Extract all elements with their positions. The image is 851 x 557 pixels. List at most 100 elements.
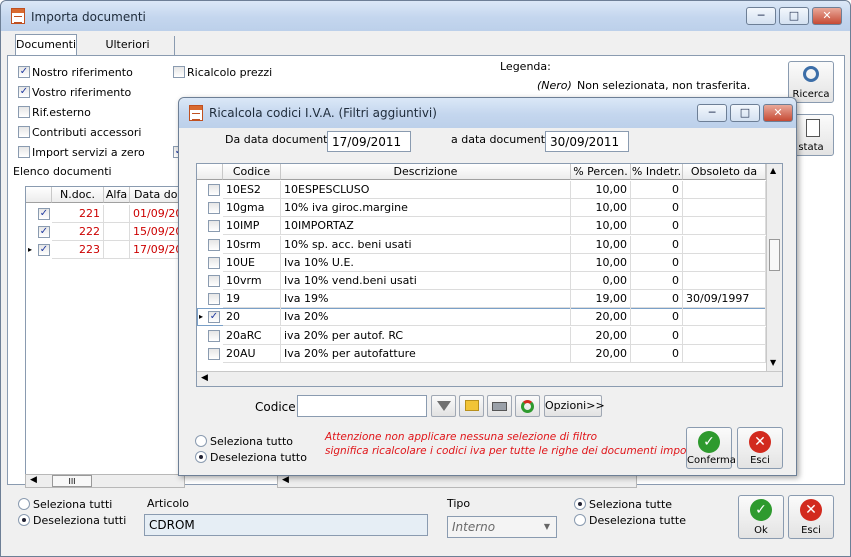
- row-checkbox[interactable]: ✓: [38, 226, 50, 238]
- dialog-esci-button[interactable]: ✕ Esci: [737, 427, 783, 469]
- dialog-minimize-button[interactable]: ─: [697, 104, 727, 122]
- table-row[interactable]: 20AU Iva 20% per autofatture 20,00 0: [197, 344, 766, 363]
- contributi-accessori-label: Contributi accessori: [32, 126, 142, 139]
- indetraibile-cell: 0: [631, 290, 683, 309]
- iva-vscroll[interactable]: ▲ ▼: [766, 164, 782, 372]
- table-row[interactable]: 10UE Iva 10% U.E. 10,00 0: [197, 253, 766, 272]
- ok-button[interactable]: ✓ Ok: [738, 495, 784, 539]
- row-checkbox[interactable]: [208, 238, 220, 251]
- row-checkbox[interactable]: [208, 275, 220, 287]
- articolo-field[interactable]: CDROM: [144, 514, 428, 536]
- table-row[interactable]: ✓222 15/09/2011: [26, 223, 184, 241]
- conferma-button[interactable]: ✓ Conferma: [686, 427, 736, 469]
- descrizione-cell: 10IMPORTAZ: [281, 217, 571, 236]
- descrizione-cell: iva 20% per autof. RC: [281, 326, 571, 345]
- row-checkbox[interactable]: [208, 184, 220, 196]
- deseleziona-tutte-radio[interactable]: [574, 514, 586, 526]
- iva-hscroll[interactable]: ◀: [197, 371, 782, 386]
- esci-button[interactable]: ✕ Esci: [788, 495, 834, 539]
- row-checkbox[interactable]: [208, 220, 220, 233]
- table-row[interactable]: 20aRC iva 20% per autof. RC 20,00 0: [197, 326, 766, 345]
- maximize-button[interactable]: □: [779, 7, 809, 25]
- percentuale-cell: 10,00: [571, 199, 631, 218]
- seleziona-tutti-radio[interactable]: [18, 498, 30, 510]
- row-checkbox[interactable]: ✓: [38, 208, 50, 220]
- iva-vscroll-thumb[interactable]: [769, 239, 780, 271]
- tipo-select[interactable]: Interno ▼: [447, 516, 557, 538]
- iva-header-descrizione[interactable]: Descrizione: [281, 164, 571, 180]
- rif-esterno-checkbox[interactable]: [18, 106, 30, 118]
- ricerca-button[interactable]: Ricerca: [788, 61, 834, 103]
- table-row[interactable]: 10ES2 10ESPESCLUSO 10,00 0: [197, 181, 766, 199]
- obsoleto-cell: [683, 344, 766, 363]
- percentuale-cell: 19,00: [571, 290, 631, 309]
- scroll-left-icon[interactable]: ◀: [30, 475, 37, 485]
- table-row[interactable]: 10gma 10% iva giroc.margine 10,00 0: [197, 199, 766, 218]
- row-selector[interactable]: [28, 205, 38, 223]
- refresh-button[interactable]: [515, 395, 540, 417]
- scroll-thumb[interactable]: III: [52, 475, 92, 487]
- seleziona-tutte-radio[interactable]: [574, 498, 586, 510]
- doc-header-ndoc[interactable]: N.doc.: [52, 187, 104, 203]
- row-checkbox[interactable]: ✓: [208, 311, 220, 324]
- doc-header-alfa[interactable]: Alfa: [104, 187, 130, 203]
- table-row[interactable]: ✓221 01/09/2011: [26, 205, 184, 223]
- row-checkbox[interactable]: ✓: [38, 244, 50, 256]
- indetraibile-cell: 0: [631, 326, 683, 345]
- opzioni-button[interactable]: Opzioni>>: [544, 395, 605, 417]
- scroll-up-icon[interactable]: ▲: [770, 166, 776, 175]
- conferma-label: Conferma: [687, 455, 736, 466]
- scroll-left-icon-2[interactable]: ◀: [282, 475, 289, 485]
- table-row[interactable]: ▸✓223 17/09/2011: [26, 241, 184, 259]
- contributi-accessori-checkbox[interactable]: [18, 126, 30, 138]
- table-row[interactable]: 19 Iva 19% 19,00 0 30/09/1997: [197, 290, 766, 309]
- descrizione-cell: 10% iva giroc.margine: [281, 199, 571, 218]
- tab-ulteriori-selezioni[interactable]: Ulteriori selezioni: [81, 36, 175, 69]
- dialog-close-button[interactable]: ✕: [763, 104, 793, 122]
- deseleziona-tutto-radio[interactable]: [195, 451, 207, 463]
- row-selector[interactable]: ▸: [28, 241, 38, 259]
- doc-header-data[interactable]: Data docu: [130, 187, 184, 203]
- close-window-button[interactable]: ✕: [812, 7, 842, 25]
- open-folder-button[interactable]: [459, 395, 484, 417]
- tab-documenti[interactable]: Documenti: [15, 34, 77, 56]
- import-servizi-checkbox[interactable]: [18, 146, 30, 158]
- row-checkbox[interactable]: [208, 329, 220, 342]
- deseleziona-tutti-radio[interactable]: [18, 514, 30, 526]
- table-row[interactable]: 10srm 10% sp. acc. beni usati 10,00 0: [197, 235, 766, 254]
- scroll-left-icon-3[interactable]: ◀: [201, 373, 208, 383]
- row-checkbox[interactable]: [208, 202, 220, 215]
- codice-search-input[interactable]: [297, 395, 427, 417]
- deseleziona-tutti-label: Deseleziona tutti: [33, 514, 127, 527]
- legenda-desc: Non selezionata, non trasferita.: [577, 79, 751, 92]
- dialog-maximize-button[interactable]: □: [730, 104, 760, 122]
- a-data-field[interactable]: 30/09/2011: [545, 131, 629, 152]
- vostro-riferimento-checkbox[interactable]: ✓: [18, 86, 30, 98]
- iva-header-indetr[interactable]: % Indetr.: [631, 164, 683, 180]
- seleziona-tutto-radio[interactable]: [195, 435, 207, 447]
- ricalcolo-prezzi-checkbox[interactable]: [173, 66, 185, 78]
- chevron-down-icon[interactable]: ▼: [540, 519, 554, 535]
- print-button[interactable]: [487, 395, 512, 417]
- da-data-field[interactable]: 17/09/2011: [327, 131, 411, 152]
- right-hscroll-strip[interactable]: ◀: [277, 474, 637, 488]
- row-checkbox[interactable]: [208, 293, 220, 306]
- iva-header-obsoleto[interactable]: Obsoleto da: [683, 164, 766, 180]
- iva-header-perc[interactable]: % Percen.: [571, 164, 631, 180]
- codice-cell: 19: [223, 290, 281, 309]
- row-checkbox[interactable]: [208, 256, 220, 269]
- folder-icon: [464, 400, 479, 411]
- filter-button[interactable]: [431, 395, 456, 417]
- iva-header-codice[interactable]: Codice: [223, 164, 281, 180]
- row-checkbox[interactable]: [208, 347, 220, 360]
- doc-hscroll[interactable]: ◀ III: [25, 474, 185, 488]
- percentuale-cell: 10,00: [571, 181, 631, 199]
- nostro-riferimento-checkbox[interactable]: ✓: [18, 66, 30, 78]
- row-selector[interactable]: [28, 223, 38, 241]
- minimize-button[interactable]: ─: [746, 7, 776, 25]
- table-row[interactable]: ▸ ✓ 20 Iva 20% 20,00 0: [197, 308, 766, 327]
- table-row[interactable]: 10IMP 10IMPORTAZ 10,00 0: [197, 217, 766, 236]
- table-row[interactable]: 10vrm Iva 10% vend.beni usati 0,00 0: [197, 272, 766, 290]
- document-app-icon: [11, 8, 25, 24]
- scroll-down-icon[interactable]: ▼: [770, 358, 776, 367]
